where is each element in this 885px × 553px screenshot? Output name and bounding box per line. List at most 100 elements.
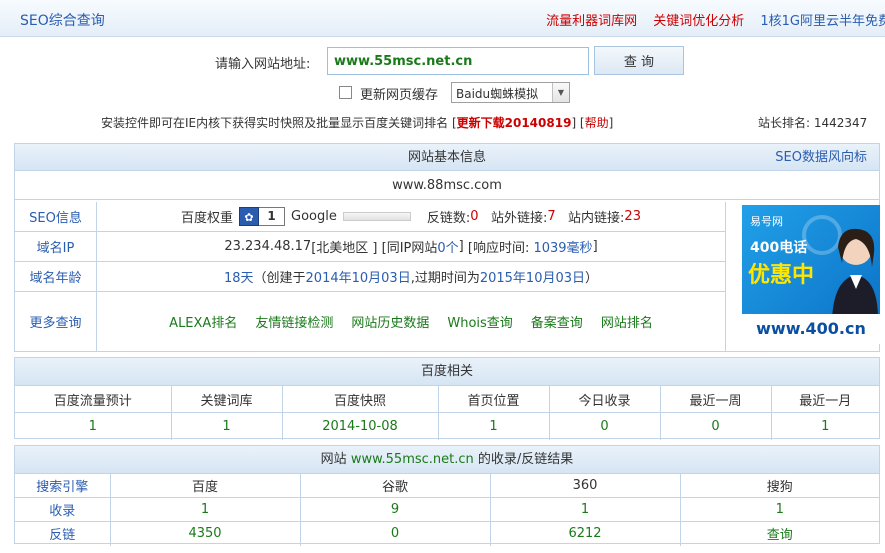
google-pr-label: Google — [291, 209, 337, 224]
seo-info-label: SEO信息 — [15, 202, 97, 231]
baidu-weight-value[interactable]: 1 — [259, 207, 286, 226]
360-backlinks-value[interactable]: 6212 — [490, 521, 681, 546]
update-cache-label: 更新网页缓存 — [360, 88, 439, 103]
backlinks-label: 反链数: — [426, 211, 471, 226]
baidu-stats-table: 百度流量预计 关键词库 百度快照 首页位置 今日收录 最近一周 最近一月 1 1… — [15, 385, 879, 440]
top-bar: SEO综合查询 流量利器词库网 关键词优化分析 1核1G阿里云半年免费 — [0, 0, 885, 37]
friend-link-check-link[interactable]: 友情链接检测 — [255, 312, 333, 331]
col-baidu-snapshot: 百度快照 — [282, 385, 439, 413]
site-url: www.88msc.com — [15, 171, 879, 200]
download-link[interactable]: 更新下载20140819 — [457, 116, 572, 130]
table-header-row: 搜索引擎 百度 谷歌 360 搜狗 — [15, 473, 879, 498]
results-title-suffix: 的收录/反链结果 — [477, 452, 574, 467]
sogou-indexed-value[interactable]: 1 — [680, 497, 879, 522]
baidu-snapshot-value[interactable]: 2014-10-08 — [282, 412, 439, 440]
google-indexed-value[interactable]: 9 — [300, 497, 491, 522]
ad-footer-url: www.400.cn — [742, 314, 880, 344]
top-links: 流量利器词库网 关键词优化分析 1核1G阿里云半年免费 — [534, 10, 885, 29]
table-row: 收录 1 9 1 1 — [15, 497, 879, 522]
expire-label: ,过期时间为 — [410, 271, 480, 286]
alexa-rank-link[interactable]: ALEXA排名 — [169, 312, 237, 331]
keyword-library-value[interactable]: 1 — [171, 412, 283, 440]
traffic-estimate-value[interactable]: 1 — [15, 412, 172, 440]
backlinks-value[interactable]: 0 — [470, 209, 478, 224]
col-today-indexed: 今日收录 — [549, 385, 661, 413]
site-history-link[interactable]: 网站历史数据 — [351, 312, 429, 331]
index-backlink-header: 网站 www.55msc.net.cn 的收录/反链结果 — [15, 446, 879, 473]
ip-address: 23.234.48.17 — [224, 239, 312, 254]
plugin-notice: 安装控件即可在IE内核下获得实时快照及批量显示百度关键词排名 [更新下载2014… — [101, 116, 614, 130]
last-month-value[interactable]: 1 — [771, 412, 879, 440]
today-indexed-value[interactable]: 0 — [549, 412, 661, 440]
baidu-paw-icon: ✿ — [239, 207, 260, 226]
seo-info-row: SEO信息 百度权重 ✿ 1 Google 反链数: 0 站外链接: 7 站内链接: 2… — [15, 202, 725, 232]
ad-line1: 400电话 — [750, 240, 808, 256]
col-homepage-position: 首页位置 — [438, 385, 550, 413]
table-header-row: 百度流量预计 关键词库 百度快照 首页位置 今日收录 最近一周 最近一月 — [15, 385, 879, 413]
top-link-keyword-library[interactable]: 流量利器词库网 — [546, 14, 637, 29]
site-rank-link[interactable]: 网站排名 — [601, 312, 653, 331]
same-ip-label: [同IP网站 — [381, 241, 438, 256]
google-pr-bar — [342, 212, 411, 221]
more-query-row: 更多查询 ALEXA排名 友情链接检测 网站历史数据 Whois查询 备案查询 … — [15, 292, 725, 351]
same-ip-count[interactable]: 0个 — [437, 237, 458, 256]
baidu-indexed-value[interactable]: 1 — [110, 497, 301, 522]
created-date: 2014年10月03日 — [305, 271, 411, 286]
inlinks-label: 站内链接: — [568, 211, 625, 226]
baidu-stats-header: 百度相关 — [15, 358, 879, 385]
rank-label: 站长排名: — [758, 116, 811, 130]
update-cache-checkbox[interactable] — [339, 86, 352, 99]
basic-info-header: 网站基本信息 SEO数据风向标 — [15, 144, 879, 171]
col-traffic-estimate: 百度流量预计 — [15, 385, 172, 413]
top-link-keyword-analysis[interactable]: 关键词优化分析 — [653, 14, 744, 29]
top-link-aliyun-promo[interactable]: 1核1G阿里云半年免费 — [760, 14, 885, 29]
basic-info-title: 网站基本信息 — [407, 150, 486, 165]
spider-simulator-select[interactable]: Baidu蜘蛛模拟 ▼ — [451, 82, 570, 103]
domain-ip-row: 域名IP 23.234.48.17 [北美地区 ] [同IP网站 0个] [响应时间… — [15, 232, 725, 262]
response-time-label: [响应时间: — [467, 241, 530, 256]
bracket: ] — [458, 239, 464, 254]
inlinks-value[interactable]: 23 — [624, 209, 641, 224]
col-keyword-library: 关键词库 — [171, 385, 283, 413]
360-indexed-value[interactable]: 1 — [490, 497, 681, 522]
last-week-value[interactable]: 0 — [660, 412, 772, 440]
icp-record-link[interactable]: 备案查询 — [531, 312, 583, 331]
index-backlink-panel: 网站 www.55msc.net.cn 的收录/反链结果 搜索引擎 百度 谷歌 … — [14, 445, 880, 546]
results-title-prefix: 网站 — [320, 452, 347, 467]
col-baidu: 百度 — [110, 473, 301, 498]
help-link[interactable]: 帮助 — [585, 116, 609, 130]
rank-value: 1442347 — [813, 116, 868, 130]
notice-text: 安装控件即可在IE内核下获得实时快照及批量显示百度关键词排名 — [101, 116, 449, 130]
ad-person-image — [832, 228, 878, 319]
index-backlink-table: 搜索引擎 百度 谷歌 360 搜狗 收录 1 9 1 1 反链 4350 0 6… — [15, 473, 879, 546]
col-search-engine: 搜索引擎 — [15, 473, 111, 498]
domain-age-label: 域名年龄 — [15, 262, 97, 291]
homepage-position-value[interactable]: 1 — [438, 412, 550, 440]
baidu-weight-label: 百度权重 — [181, 211, 234, 226]
seo-trend-link[interactable]: SEO数据风向标 — [775, 144, 867, 171]
domain-ip-label: 域名IP — [15, 232, 97, 261]
google-backlinks-value[interactable]: 0 — [300, 521, 491, 546]
baidu-backlinks-value[interactable]: 4350 — [110, 521, 301, 546]
col-last-week: 最近一周 — [660, 385, 772, 413]
outlinks-label: 站外链接: — [490, 211, 548, 226]
ip-region: [北美地区 ] — [311, 241, 378, 256]
response-time-value: 1039毫秒 — [533, 241, 593, 256]
table-row: 反链 4350 0 6212 查询 — [15, 521, 879, 546]
paren: ） — [585, 271, 599, 286]
sogou-query-link[interactable]: 查询 — [680, 521, 879, 546]
outlinks-value[interactable]: 7 — [547, 209, 555, 224]
row-label-backlinks: 反链 — [15, 521, 111, 546]
ad-banner-400[interactable]: 易号网 400电话 优惠中 www.400.cn — [742, 205, 880, 344]
url-search-input[interactable] — [327, 47, 589, 75]
baidu-stats-title: 百度相关 — [420, 364, 473, 379]
row-label-indexed: 收录 — [15, 497, 111, 522]
search-label: 请输入网站地址: — [215, 57, 311, 72]
bracket: ] — [592, 239, 598, 254]
ad-brand: 易号网 — [750, 215, 783, 228]
ad-line2: 优惠中 — [748, 263, 815, 288]
whois-link[interactable]: Whois查询 — [447, 312, 512, 331]
query-button[interactable]: 查 询 — [594, 46, 684, 75]
chevron-down-icon[interactable]: ▼ — [552, 83, 569, 102]
col-google: 谷歌 — [300, 473, 491, 498]
